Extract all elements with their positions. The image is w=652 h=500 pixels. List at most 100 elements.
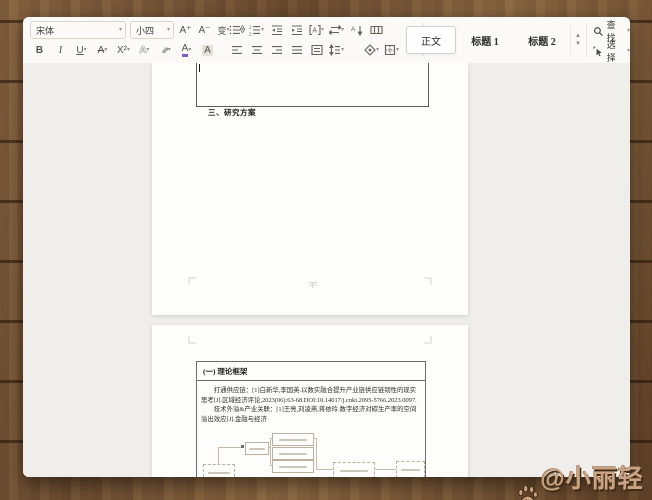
margin-corner-mark (423, 277, 432, 286)
numbered-list-icon: 12 (249, 24, 261, 36)
align-left-button[interactable] (229, 42, 244, 58)
channel-watermark: du @小丽轻语 (516, 459, 652, 500)
search-icon (593, 26, 604, 37)
table-title-cell[interactable]: (一) 理论框架 (197, 362, 425, 381)
char-scale-icon: A (309, 24, 321, 36)
font-size-select[interactable]: 小四 ▾ (130, 21, 174, 39)
italic-button[interactable]: I (53, 42, 68, 58)
distribute-button[interactable] (309, 42, 324, 58)
text-direction-icon (329, 24, 342, 36)
reference-paragraph[interactable]: 技术外溢&产业关联：[1]王亮,刘凌燕,蒋依玲.数字经济对碳生产率的空间溢出效应… (201, 405, 421, 424)
chevron-down-icon: ▾ (104, 47, 108, 53)
styles-gallery-up-button[interactable]: ▲ (575, 33, 581, 39)
page-center-mark (309, 282, 317, 288)
ribbon-toolbar: 宋体 ▾ 小四 ▾ A⁺ A⁻ 变 ▾ ◊ B I U ▾ A ▾ X² ▾ A… (23, 17, 630, 64)
reference-paragraph[interactable]: 打通供应链：[1]白新华,李国英.以数实融合提升产业链供应链韧性的现实思考[J]… (201, 386, 421, 405)
select-button[interactable]: 选择 ▾ (593, 40, 630, 63)
select-cursor-icon (593, 46, 602, 56)
chevron-down-icon: ▾ (241, 27, 245, 33)
numbered-list-button[interactable]: 12 ▾ (249, 22, 264, 38)
decrease-indent-icon (271, 24, 283, 36)
strikethrough-button[interactable]: A ▾ (95, 42, 110, 58)
shading-button[interactable]: ▾ (364, 42, 379, 58)
align-center-icon (251, 44, 263, 56)
document-page-2[interactable]: (一) 理论框架 打通供应链：[1]白新华,李国英.以数实融合提升产业链供应链韧… (152, 325, 468, 477)
select-label: 选择 (606, 40, 616, 63)
section-heading[interactable]: 三、研究方案 (208, 107, 256, 118)
chevron-down-icon: ▾ (126, 47, 130, 53)
find-button[interactable]: 查找 ▾ (593, 20, 630, 43)
chevron-down-icon: ▾ (321, 27, 325, 33)
bold-button[interactable]: B (32, 42, 47, 58)
svg-text:1: 1 (249, 24, 252, 29)
borders-button[interactable]: ▾ (384, 42, 399, 58)
grow-font-button[interactable]: A⁺ (178, 22, 193, 38)
bullet-list-icon (229, 25, 241, 35)
char-shading-button[interactable]: A (200, 42, 215, 58)
borders-icon (384, 44, 396, 56)
style-heading-1[interactable]: 标题 1 (456, 27, 514, 53)
underline-icon: U (76, 44, 84, 56)
superscript-button[interactable]: X² ▾ (116, 42, 131, 58)
sort-button[interactable]: A (349, 22, 364, 38)
align-left-icon (231, 44, 243, 56)
distribute-icon (311, 44, 323, 56)
font-name-select[interactable]: 宋体 ▾ (30, 21, 126, 39)
text-frame[interactable] (196, 63, 429, 107)
watermark-text: @小丽轻语 (540, 465, 644, 493)
highlight-button[interactable]: ✎ ▾ (158, 42, 173, 58)
toolbar-divider (586, 23, 587, 57)
justify-button[interactable] (289, 42, 304, 58)
margin-corner-mark (423, 335, 432, 344)
tab-settings-button[interactable] (369, 22, 384, 38)
margin-corner-mark (188, 277, 197, 286)
char-shading-icon: A (202, 44, 213, 56)
font-name-value: 宋体 (36, 25, 55, 36)
shrink-font-button[interactable]: A⁻ (197, 22, 212, 38)
sort-icon: A (351, 26, 363, 36)
tab-settings-icon (370, 24, 383, 36)
align-right-button[interactable] (269, 42, 284, 58)
svg-text:A: A (351, 26, 356, 33)
text-outline-button[interactable]: A ▾ (137, 42, 152, 58)
chevron-down-icon: ▾ (166, 27, 170, 33)
word-processor-window: 宋体 ▾ 小四 ▾ A⁺ A⁻ 变 ▾ ◊ B I U ▾ A ▾ X² ▾ A… (23, 17, 630, 477)
chevron-down-icon: ▾ (146, 47, 150, 53)
margin-corner-mark (188, 335, 197, 344)
superscript-icon: X² (116, 44, 127, 56)
text-direction-button[interactable]: ▾ (329, 22, 344, 38)
chevron-down-icon: ▾ (626, 48, 630, 54)
styles-gallery-down-button[interactable]: ▼ (575, 41, 581, 47)
style-body-text[interactable]: 正文 (406, 26, 456, 54)
chevron-down-icon: ▾ (396, 47, 400, 53)
svg-text:A: A (312, 28, 317, 35)
baidu-paw-icon: du (518, 484, 538, 500)
font-size-value: 小四 (136, 25, 155, 36)
justify-icon (291, 44, 303, 56)
align-right-icon (271, 44, 283, 56)
line-spacing-button[interactable]: ▾ (329, 42, 344, 58)
align-center-button[interactable] (249, 42, 264, 58)
document-canvas[interactable]: 三、研究方案 (一) 理论框架 打通供应链：[1]白新华,李国英.以数实融合提升… (23, 63, 630, 477)
underline-button[interactable]: U ▾ (74, 42, 89, 58)
svg-text:2: 2 (249, 31, 252, 36)
chevron-down-icon: ▾ (261, 27, 265, 33)
char-scale-button[interactable]: A ▾ (309, 22, 324, 38)
chevron-down-icon: ▾ (341, 47, 345, 53)
style-heading-2[interactable]: 标题 2 (514, 27, 570, 53)
desktop-background: 宋体 ▾ 小四 ▾ A⁺ A⁻ 变 ▾ ◊ B I U ▾ A ▾ X² ▾ A… (0, 0, 652, 500)
document-page-1[interactable]: 三、研究方案 (152, 63, 468, 315)
increase-indent-button[interactable] (289, 22, 304, 38)
chevron-down-icon: ▾ (341, 27, 345, 33)
chevron-down-icon: ▾ (376, 47, 380, 53)
bullet-list-button[interactable]: ▾ (229, 22, 244, 38)
line-spacing-icon (329, 44, 341, 56)
decrease-indent-button[interactable] (269, 22, 284, 38)
chevron-down-icon: ▾ (118, 27, 122, 33)
text-outline-icon: A (139, 44, 147, 56)
chevron-down-icon: ▾ (83, 47, 87, 53)
table-body-cell[interactable]: 打通供应链：[1]白新华,李国英.以数实融合提升产业链供应链韧性的现实思考[J]… (197, 381, 425, 424)
font-color-icon: A (181, 43, 189, 57)
font-color-button[interactable]: A ▾ (179, 42, 194, 58)
framework-table[interactable]: (一) 理论框架 打通供应链：[1]白新华,李国英.以数实融合提升产业链供应链韧… (196, 361, 426, 477)
